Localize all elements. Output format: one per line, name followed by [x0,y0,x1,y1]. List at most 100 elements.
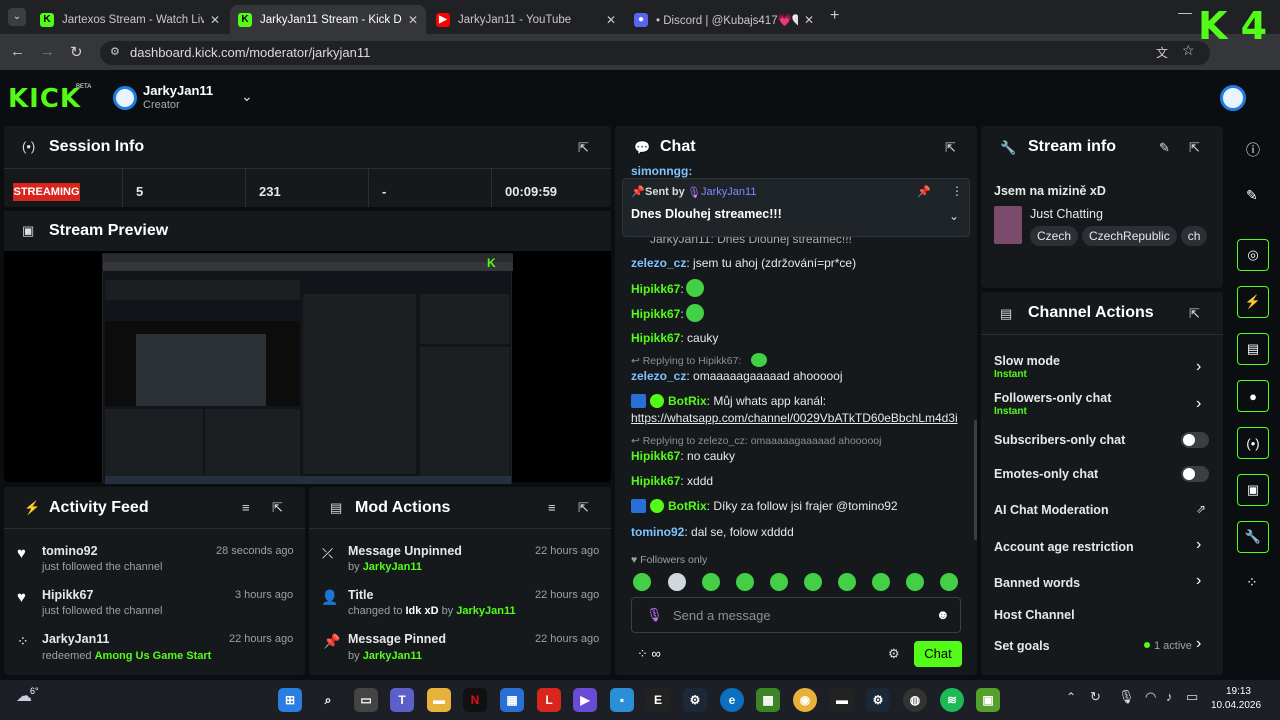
microphone-icon[interactable]: 🎙 [1118,689,1135,705]
chat-username[interactable]: BotRix [668,499,707,513]
emote-icon[interactable] [872,573,890,591]
obs-icon[interactable]: ◍ [903,688,927,712]
camera-icon[interactable]: ◎ [1237,239,1269,271]
battery-icon[interactable]: ▭ [1186,689,1198,705]
popout-icon[interactable]: ⇱ [272,500,283,516]
sync-icon[interactable]: ↻ [1090,689,1101,705]
emote-icon[interactable] [633,573,651,591]
kick-logo[interactable]: KICK [8,84,81,114]
mod-action-user[interactable]: JarkyJan11 [363,561,422,573]
more-icon[interactable]: ⋮ [951,184,963,198]
chevron-right-icon[interactable]: › [1196,358,1201,376]
activity-user[interactable]: JarkyJan11 [42,632,109,646]
edit-pencil-icon[interactable]: ✎ [1246,187,1258,204]
chat-bubble-icon[interactable]: ● [1237,380,1269,412]
category-name[interactable]: Just Chatting [1030,207,1103,221]
kick-points-icon[interactable]: ⁘ [1246,574,1258,591]
chat-username[interactable]: BotRix [668,394,707,408]
activity-user[interactable]: Hipikk67 [42,588,93,602]
emote-icon[interactable] [668,573,686,591]
subscribers-only-toggle[interactable] [1181,432,1209,448]
browser-tab[interactable]: ▶ JarkyJan11 - YouTube ✕ [428,5,624,34]
action-account-age[interactable]: Account age restriction [994,540,1134,554]
avatar[interactable] [113,86,137,110]
kick-points-icon[interactable]: ⁘ ∞ [637,646,661,662]
store-icon[interactable]: ▦ [500,688,524,712]
emote-icon[interactable] [940,573,958,591]
mod-action-user[interactable]: JarkyJan11 [456,605,515,617]
external-link-icon[interactable]: ⇗ [1196,502,1206,516]
log-icon[interactable]: ▤ [1237,333,1269,365]
chat-input[interactable]: 🎙 Send a message ☻ [631,597,961,633]
action-slow-mode[interactable]: Slow mode [994,354,1060,368]
teams-icon[interactable]: T [390,688,414,712]
action-host-channel[interactable]: Host Channel [994,608,1075,622]
popout-icon[interactable]: ⇱ [578,500,589,516]
terminal-icon[interactable]: ▬ [830,688,854,712]
preview-video[interactable]: K [102,253,513,484]
popout-icon[interactable]: ⇱ [578,140,589,156]
actions-icon[interactable]: ▣ [1237,474,1269,506]
app-l-icon[interactable]: L [537,688,561,712]
app-cube-icon[interactable]: ▣ [976,688,1000,712]
category-thumbnail[interactable] [994,206,1022,244]
app-icon[interactable]: ▪ [610,688,634,712]
chat-username[interactable]: Hipikk67 [631,474,680,488]
emote-icon[interactable] [736,573,754,591]
popout-icon[interactable]: ⇱ [1189,140,1200,156]
task-view-icon[interactable]: ▭ [354,688,378,712]
settings-gear-icon[interactable]: ⚙ [888,646,900,662]
chat-scrollbar[interactable] [974,420,977,540]
chevron-right-icon[interactable]: › [1196,395,1201,413]
clock-date[interactable]: 10.04.2026 [1211,700,1261,711]
browser-tab-active[interactable]: K JarkyJan11 Stream - Kick Dashb ✕ [230,5,426,34]
chevron-down-icon[interactable]: ⌄ [949,209,959,223]
chat-username[interactable]: zelezo_cz [631,256,686,270]
wifi-icon[interactable]: ◠ [1145,689,1156,705]
chat-username[interactable]: Hipikk67 [631,307,680,321]
epic-games-icon[interactable]: E [646,688,670,712]
bookmark-star-icon[interactable]: ☆ [1182,42,1195,59]
edge-icon[interactable]: e [720,688,744,712]
emote-icon[interactable] [838,573,856,591]
emoji-icon[interactable]: ☻ [936,607,950,622]
reload-icon[interactable]: ↻ [70,43,83,61]
media-icon[interactable]: ▶ [573,688,597,712]
reply-context[interactable]: ↩ Replying to zelezo_cz: omaaaaagaaaaad … [631,435,881,447]
tray-chevron-icon[interactable]: ⌃ [1066,690,1076,704]
forward-icon[interactable]: → [40,43,55,60]
search-icon[interactable]: ⌕ [316,688,340,712]
filter-icon[interactable]: ≡ [242,500,250,515]
lightning-icon[interactable]: ⚡ [1237,286,1269,318]
popout-icon[interactable]: ⇱ [945,140,956,156]
close-icon[interactable]: ✕ [606,13,616,27]
url-field[interactable]: dashboard.kick.com/moderator/jarkyjan11 [100,41,1210,65]
emote-icon[interactable] [906,573,924,591]
chat-username[interactable]: Hipikk67 [631,449,680,463]
chat-link[interactable]: https://whatsapp.com/channel/0029VbATkTD… [631,411,958,425]
steam-icon[interactable]: ⚙ [866,688,890,712]
chat-username[interactable]: tomino92 [631,525,684,539]
edit-pencil-icon[interactable]: ✎ [1159,140,1170,156]
close-icon[interactable]: ✕ [210,13,220,27]
chat-username[interactable]: Hipikk67 [631,331,680,345]
minecraft-icon[interactable]: ▩ [756,688,780,712]
action-ai-moderation[interactable]: AI Chat Moderation [994,503,1109,517]
action-set-goals[interactable]: Set goals [994,639,1050,653]
tag[interactable]: ch [1180,226,1208,246]
unpin-icon[interactable]: 📌 [917,185,931,198]
spotify-icon[interactable]: ≋ [940,688,964,712]
activity-user[interactable]: tomino92 [42,544,98,558]
tag[interactable]: CzechRepublic [1082,226,1177,246]
close-icon[interactable]: ✕ [408,13,418,27]
mod-action-user[interactable]: JarkyJan11 [363,650,422,662]
clock-time[interactable]: 19:13 [1211,686,1251,697]
chat-username[interactable]: simonngg: [631,164,692,178]
chat-username[interactable]: Hipikk67 [631,282,680,296]
file-explorer-icon[interactable]: ▬ [427,688,451,712]
site-info-icon[interactable]: ⚙ [110,45,120,58]
chevron-down-icon[interactable]: ⌄ [241,88,253,105]
tab-search-icon[interactable]: ⌄ [8,8,26,26]
popout-icon[interactable]: ⇱ [1189,306,1200,322]
action-followers-only[interactable]: Followers-only chat [994,391,1111,405]
